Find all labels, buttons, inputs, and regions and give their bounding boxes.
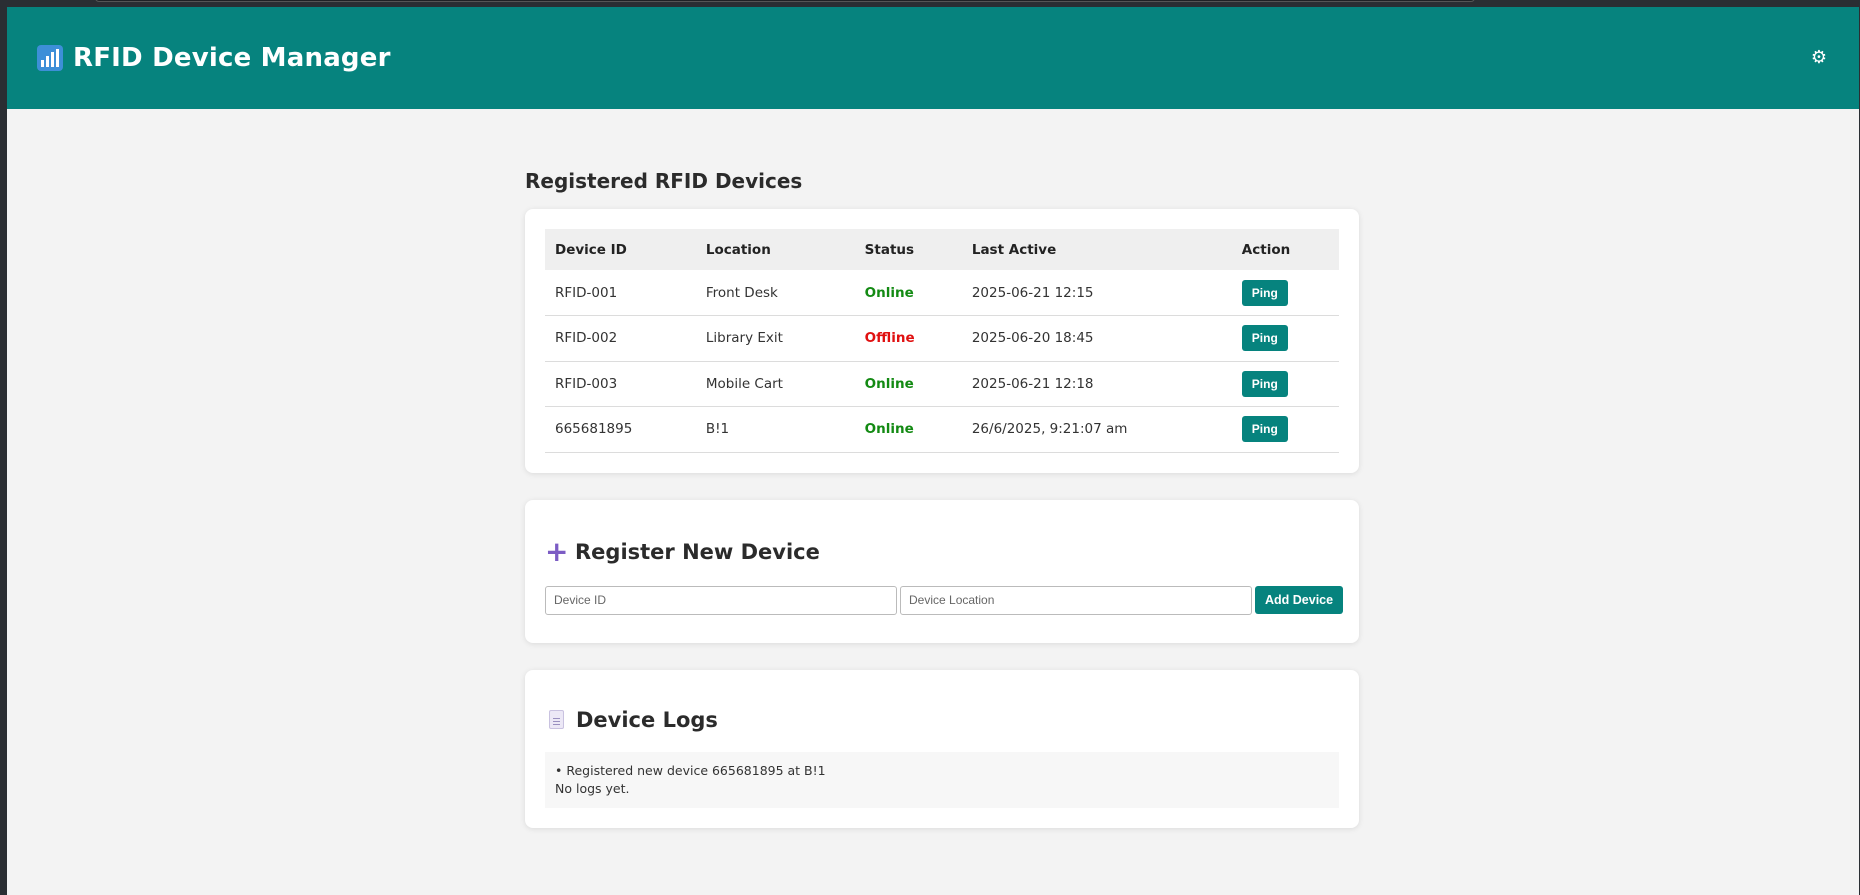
register-title: Register New Device: [575, 539, 820, 564]
status-cell: Offline: [854, 315, 962, 362]
app-header: RFID Device Manager ⚙: [7, 7, 1859, 109]
table-row: RFID-001 Front Desk Online 2025-06-21 12…: [545, 270, 1339, 316]
status-cell: Online: [854, 270, 962, 316]
table-row: 665681895 B!1 Online 26/6/2025, 9:21:07 …: [545, 406, 1339, 453]
device-id-cell: RFID-001: [545, 270, 696, 316]
device-id-cell: RFID-003: [545, 361, 696, 407]
device-id-cell: 665681895: [545, 406, 696, 453]
last-active-cell: 2025-06-20 18:45: [961, 315, 1232, 362]
browser-top-strip: [95, 0, 1475, 2]
logs-box: • Registered new device 665681895 at B!1…: [545, 751, 1339, 808]
last-active-cell: 26/6/2025, 9:21:07 am: [961, 406, 1232, 453]
last-active-cell: 2025-06-21 12:15: [961, 270, 1232, 316]
column-header-action: Action: [1231, 229, 1339, 270]
location-cell: Front Desk: [695, 270, 855, 316]
location-cell: B!1: [695, 406, 855, 453]
register-card: + Register New Device Add Device: [525, 499, 1359, 643]
device-location-input[interactable]: [900, 585, 1252, 615]
main-content: Registered RFID Devices Device ID Locati…: [525, 109, 1359, 828]
status-cell: Online: [854, 361, 962, 407]
page-viewport: RFID Device Manager ⚙ Registered RFID De…: [7, 7, 1859, 895]
brand: RFID Device Manager: [37, 43, 391, 73]
register-form: Add Device: [545, 585, 1344, 615]
action-cell: Ping: [1231, 270, 1339, 316]
devices-card: Device ID Location Status Last Active Ac…: [525, 209, 1359, 473]
ping-button[interactable]: Ping: [1241, 325, 1288, 352]
document-icon: [549, 710, 564, 729]
plus-icon: +: [545, 534, 569, 568]
log-entry: No logs yet.: [555, 780, 630, 796]
device-id-input[interactable]: [545, 585, 897, 615]
action-cell: Ping: [1231, 406, 1339, 453]
bar-chart-icon: [37, 45, 63, 71]
last-active-cell: 2025-06-21 12:18: [961, 361, 1232, 407]
table-header-row: Device ID Location Status Last Active Ac…: [545, 229, 1339, 270]
action-cell: Ping: [1231, 315, 1339, 362]
ping-button[interactable]: Ping: [1241, 370, 1288, 397]
devices-section-title: Registered RFID Devices: [525, 169, 803, 193]
register-heading: + Register New Device: [545, 534, 1339, 568]
status-cell: Online: [854, 406, 962, 453]
add-device-button[interactable]: Add Device: [1255, 586, 1344, 614]
logs-heading: Device Logs: [545, 708, 1339, 732]
location-cell: Library Exit: [695, 315, 855, 362]
devices-table: Device ID Location Status Last Active Ac…: [545, 229, 1339, 453]
location-cell: Mobile Cart: [695, 361, 855, 407]
action-cell: Ping: [1231, 361, 1339, 407]
logs-title: Device Logs: [576, 707, 718, 732]
log-entry: • Registered new device 665681895 at B!1: [555, 762, 826, 778]
gear-icon[interactable]: ⚙: [1811, 49, 1827, 67]
device-id-cell: RFID-002: [545, 315, 696, 362]
table-row: RFID-002 Library Exit Offline 2025-06-20…: [545, 315, 1339, 362]
column-header-status: Status: [854, 229, 962, 270]
column-header-device-id: Device ID: [545, 229, 696, 270]
table-row: RFID-003 Mobile Cart Online 2025-06-21 1…: [545, 361, 1339, 407]
ping-button[interactable]: Ping: [1241, 279, 1288, 306]
logs-card: Device Logs • Registered new device 6656…: [525, 669, 1359, 828]
ping-button[interactable]: Ping: [1241, 416, 1288, 443]
app-title: RFID Device Manager: [73, 43, 391, 73]
column-header-last-active: Last Active: [961, 229, 1232, 270]
column-header-location: Location: [695, 229, 855, 270]
